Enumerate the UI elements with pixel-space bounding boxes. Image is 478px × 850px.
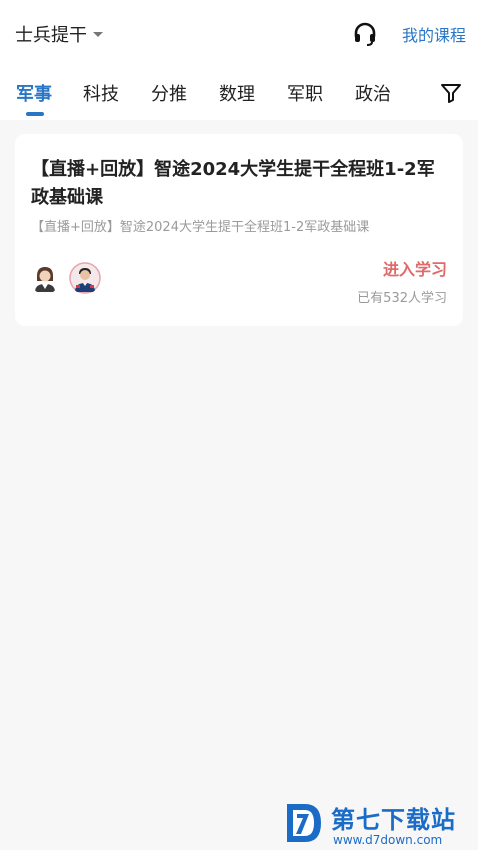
tab-bar: 军事 科技 分推 数理 军职 政治 [0,80,420,110]
tab-military-duty[interactable]: 军职 [287,80,323,106]
watermark: 第七下载站 www.d7down.com [283,800,473,848]
watermark-url: www.d7down.com [333,833,443,847]
headset-icon[interactable] [352,21,378,47]
chevron-down-icon [93,31,103,37]
course-title: 【直播+回放】智途2024大学生提干全程班1-2军政基础课 [31,159,435,208]
category-label: 士兵提干 [15,25,87,46]
d7-logo-icon [287,804,321,842]
watermark-name: 第七下载站 [331,806,456,834]
enter-study-button[interactable]: 进入学习 [383,256,447,280]
tab-technology[interactable]: 科技 [83,80,119,106]
tab-politics[interactable]: 政治 [355,80,391,106]
course-card[interactable]: 【直播+回放】智途2024大学生提干全程班1-2军政基础课 【直播+回放】智途2… [15,134,463,326]
tab-fentui[interactable]: 分推 [151,80,187,106]
course-subtitle: 【直播+回放】智途2024大学生提干全程班1-2军政基础课 [31,220,370,235]
active-tab-indicator [26,112,44,116]
filter-icon[interactable] [440,82,462,104]
teacher-avatar [29,262,61,294]
tab-military[interactable]: 军事 [16,80,52,106]
top-header: 士兵提干 我的课程 军事 科技 分推 数理 军职 政治 [0,0,478,120]
category-selector[interactable]: 士兵提干 [15,20,103,48]
tab-math-physics[interactable]: 数理 [219,80,255,106]
my-courses-link[interactable]: 我的课程 [402,22,466,46]
teacher-avatar [69,262,101,294]
learner-count: 已有532人学习 [357,291,447,306]
